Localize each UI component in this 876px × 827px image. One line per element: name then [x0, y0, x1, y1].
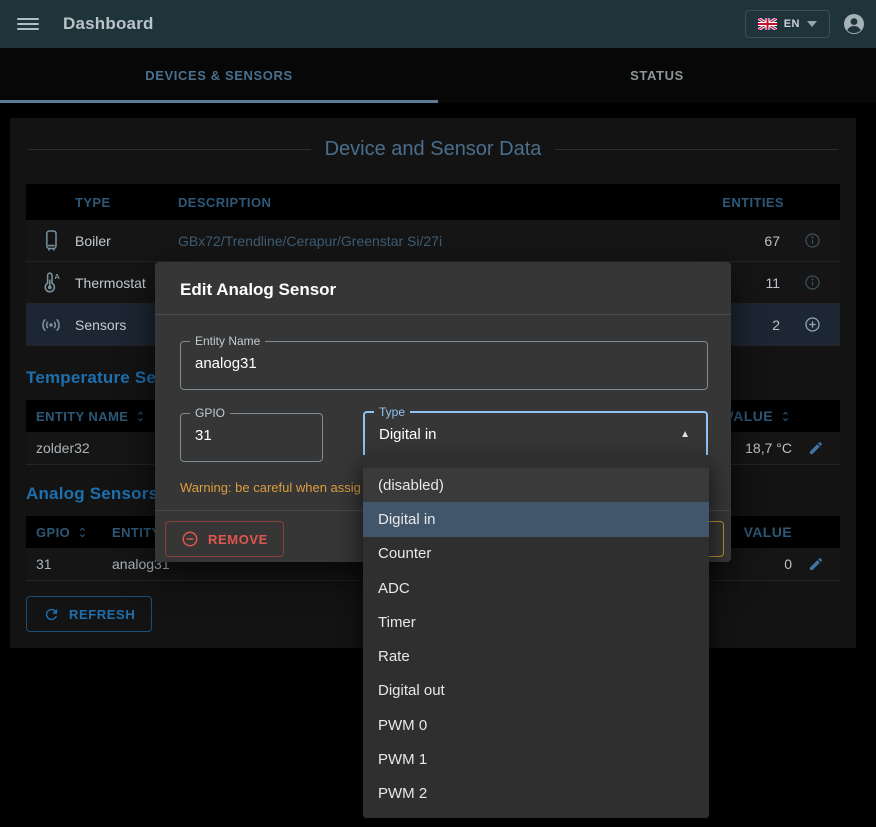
app-title: Dashboard [63, 14, 154, 34]
menu-icon[interactable] [17, 15, 39, 33]
tab-status[interactable]: STATUS [438, 48, 876, 103]
entity-name-label: Entity Name [190, 334, 265, 348]
entity-name-value[interactable]: analog31 [181, 348, 707, 372]
uk-flag-icon [758, 18, 777, 30]
gpio-label: GPIO [190, 406, 230, 420]
col-description: DESCRIPTION [178, 195, 694, 210]
col-entities: ENTITIES [722, 195, 784, 210]
gpio-value[interactable]: 31 [181, 420, 322, 444]
app-bar: Dashboard EN [0, 0, 876, 48]
gpio-field[interactable]: GPIO 31 [180, 406, 323, 462]
sensors-icon [39, 314, 63, 336]
svg-text:A: A [54, 272, 60, 281]
col-type: TYPE [75, 195, 178, 210]
option-pwm-0[interactable]: PWM 0 [363, 708, 709, 742]
option-digital-out[interactable]: Digital out [363, 674, 709, 708]
boiler-icon [41, 229, 61, 253]
chevron-up-icon: ▲ [680, 429, 690, 440]
add-entity-icon[interactable] [804, 316, 821, 333]
col-value: VALUE [744, 524, 792, 540]
page: Dashboard EN [0, 0, 876, 827]
type-dropdown-menu: (disabled) Digital in Counter ADC Timer … [363, 455, 709, 818]
devices-table-header: TYPE DESCRIPTION ENTITIES [26, 184, 840, 220]
option-digital-in[interactable]: Digital in [363, 502, 709, 536]
edit-pencil-icon[interactable] [808, 556, 824, 572]
language-label: EN [784, 18, 800, 30]
col-gpio[interactable]: GPIO [26, 525, 112, 540]
sort-icon [134, 410, 147, 423]
refresh-button[interactable]: REFRESH [26, 596, 152, 632]
tab-devices-sensors[interactable]: DEVICES & SENSORS [0, 48, 438, 103]
sort-icon [779, 410, 792, 423]
table-row-boiler[interactable]: Boiler GBx72/Trendline/Cerapur/Greenstar… [26, 220, 840, 262]
edit-pencil-icon[interactable] [808, 440, 824, 456]
analog-sensors-title: Analog Sensors [26, 484, 158, 504]
dialog-title: Edit Analog Sensor [155, 262, 731, 314]
type-selected-value: Digital in [379, 426, 437, 443]
option-adc[interactable]: ADC [363, 571, 709, 605]
info-icon[interactable] [804, 274, 821, 291]
option-counter[interactable]: Counter [363, 537, 709, 571]
user-avatar-icon[interactable] [842, 12, 866, 36]
remove-circle-icon [181, 530, 199, 548]
option-pwm-1[interactable]: PWM 1 [363, 742, 709, 776]
type-label: Type [374, 405, 410, 419]
sort-icon [76, 526, 89, 539]
warning-text: Warning: be careful when assig [180, 480, 361, 495]
option-timer[interactable]: Timer [363, 605, 709, 639]
option-pwm-2[interactable]: PWM 2 [363, 777, 709, 811]
page-title: Device and Sensor Data [28, 138, 838, 161]
option-rate[interactable]: Rate [363, 639, 709, 673]
thermostat-icon: A [40, 271, 62, 295]
col-value[interactable]: VALUE [725, 408, 792, 424]
entity-name-field[interactable]: Entity Name analog31 [180, 334, 708, 390]
chevron-down-icon [807, 21, 817, 27]
info-icon[interactable] [804, 232, 821, 249]
language-selector[interactable]: EN [745, 10, 830, 38]
option-disabled[interactable]: (disabled) [363, 468, 709, 502]
refresh-icon [43, 606, 60, 623]
remove-button[interactable]: REMOVE [165, 521, 284, 557]
tab-bar: DEVICES & SENSORS STATUS [0, 48, 876, 103]
